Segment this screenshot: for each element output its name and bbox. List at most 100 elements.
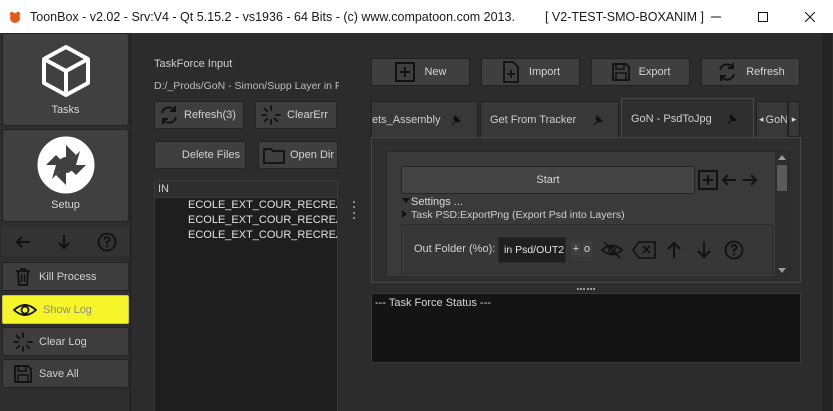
pin-icon[interactable] bbox=[592, 114, 604, 126]
file-add-icon bbox=[503, 61, 519, 83]
save-all-label: Save All bbox=[39, 367, 79, 380]
clear-field-button[interactable] bbox=[630, 236, 658, 264]
tab-get-from-tracker[interactable]: Get From Tracker bbox=[480, 101, 619, 137]
clear-err-button[interactable]: ClearErr bbox=[255, 101, 337, 129]
clear-log-label: Clear Log bbox=[39, 335, 87, 348]
o-button[interactable]: o bbox=[582, 241, 592, 257]
spinner-icon bbox=[261, 105, 281, 125]
input-path: D:/_Prods/GoN - Simon/Supp Layer in PSD bbox=[154, 80, 339, 92]
tab-gon-psdtojpg[interactable]: GoN - PsdToJpg bbox=[621, 98, 754, 138]
arrow-left-icon bbox=[721, 174, 736, 186]
refresh-input-label: Refresh(3) bbox=[184, 109, 236, 121]
tab-label: Get From Tracker bbox=[490, 113, 577, 126]
arrow-down-icon[interactable] bbox=[55, 233, 73, 251]
out-folder-label: Out Folder (%o): bbox=[414, 243, 496, 255]
eye-off-icon bbox=[601, 241, 623, 259]
kill-process-button[interactable]: Kill Process bbox=[2, 262, 129, 291]
refresh-input-button[interactable]: Refresh(3) bbox=[154, 101, 244, 129]
scroll-down-icon[interactable] bbox=[778, 268, 786, 273]
setup-button[interactable]: Setup bbox=[2, 129, 129, 222]
aperture-icon bbox=[37, 136, 94, 194]
list-item[interactable]: ECOLE_EXT_COUR_RECREATION bbox=[155, 213, 337, 228]
trash-icon bbox=[16, 267, 30, 286]
refresh-button[interactable]: Refresh bbox=[701, 58, 800, 86]
window-subtitle: [ V2-TEST-SMO-BOXANIM ] bbox=[544, 9, 704, 24]
task-tabbar: ets_Assembly Get From Tracker GoN - PsdT… bbox=[371, 98, 800, 138]
refresh-icon bbox=[161, 106, 177, 124]
pin-icon[interactable] bbox=[450, 114, 462, 126]
task-scrollbar[interactable] bbox=[775, 152, 789, 276]
help-icon[interactable] bbox=[97, 232, 117, 252]
status-text: --- Task Force Status --- bbox=[375, 297, 491, 309]
minimize-button[interactable] bbox=[693, 0, 739, 33]
maximize-button[interactable] bbox=[740, 0, 786, 33]
export-button[interactable]: Export bbox=[591, 58, 690, 86]
sidebar: Tasks Setup Kill Process Show Log Clear … bbox=[0, 33, 131, 411]
add-step-button[interactable] bbox=[697, 166, 719, 194]
app-icon bbox=[9, 11, 21, 23]
refresh-icon bbox=[719, 63, 736, 81]
move-down-button[interactable] bbox=[690, 236, 718, 264]
close-button[interactable] bbox=[787, 0, 833, 33]
toggle-visibility-button[interactable] bbox=[598, 236, 626, 264]
save-icon bbox=[14, 364, 32, 383]
out-folder-row: Out Folder (%o): in Psd/OUT2 + o bbox=[401, 224, 773, 274]
scroll-handle[interactable] bbox=[777, 165, 787, 191]
horizontal-splitter-handle[interactable] bbox=[577, 287, 595, 291]
new-button[interactable]: New bbox=[371, 58, 470, 86]
save-all-button[interactable]: Save All bbox=[2, 359, 129, 388]
arrow-down-icon bbox=[697, 242, 711, 259]
list-item[interactable]: ECOLE_EXT_COUR_RECREATION bbox=[155, 228, 337, 243]
maximize-icon bbox=[758, 11, 768, 22]
backspace-icon bbox=[632, 241, 656, 259]
delete-files-button[interactable]: Delete Files bbox=[154, 141, 246, 169]
input-file-list[interactable]: IN ECOLE_EXT_COUR_RECREATION ECOLE_EXT_C… bbox=[154, 180, 338, 411]
out-folder-field[interactable]: in Psd/OUT2 bbox=[498, 237, 566, 263]
tasks-label: Tasks bbox=[51, 104, 80, 116]
show-log-label: Show Log bbox=[43, 303, 92, 316]
scroll-up-icon[interactable] bbox=[778, 155, 786, 160]
collapse-arrow-icon[interactable] bbox=[402, 198, 410, 203]
list-header: IN bbox=[155, 181, 337, 198]
delete-files-label: Delete Files bbox=[181, 149, 240, 161]
minimize-icon bbox=[711, 16, 721, 17]
pin-icon[interactable] bbox=[726, 113, 738, 125]
tab-gon[interactable]: ◂ GoN bbox=[756, 101, 788, 137]
expand-arrow-icon[interactable] bbox=[402, 210, 407, 218]
move-up-button[interactable] bbox=[660, 236, 688, 264]
import-button[interactable]: Import bbox=[481, 58, 580, 86]
help-icon bbox=[724, 240, 744, 260]
arrow-right-icon bbox=[743, 174, 758, 186]
move-left-button[interactable] bbox=[718, 166, 740, 194]
spinner-icon bbox=[13, 331, 33, 352]
open-dir-button[interactable]: Open Dir bbox=[258, 141, 338, 169]
open-dir-label: Open Dir bbox=[290, 149, 335, 161]
nav-row bbox=[2, 228, 129, 256]
save-icon bbox=[611, 63, 630, 81]
tab-label: GoN - PsdToJpg bbox=[631, 112, 712, 125]
clear-log-button[interactable]: Clear Log bbox=[2, 327, 129, 356]
settings-label[interactable]: Settings ... bbox=[411, 196, 463, 208]
start-button[interactable]: Start bbox=[401, 166, 695, 194]
arrow-left-icon[interactable] bbox=[14, 233, 32, 251]
refresh-label: Refresh bbox=[746, 66, 785, 78]
tab-assets-assembly[interactable]: ets_Assembly bbox=[371, 101, 478, 137]
add-box-icon bbox=[395, 62, 416, 82]
plus-button[interactable]: + bbox=[571, 241, 581, 257]
show-log-button[interactable]: Show Log bbox=[2, 295, 129, 324]
move-right-button[interactable] bbox=[739, 166, 761, 194]
help-button[interactable] bbox=[720, 236, 748, 264]
window-title: ToonBox - v2.02 - Srv:V4 - Qt 5.15.2 - v… bbox=[30, 9, 515, 24]
task-panel: Start Settings ... Task PSD:ExportPng (E… bbox=[371, 137, 801, 283]
taskforce-input-label: TaskForce Input bbox=[154, 58, 233, 70]
start-label: Start bbox=[536, 174, 560, 186]
title-bar: ToonBox - v2.02 - Srv:V4 - Qt 5.15.2 - v… bbox=[0, 0, 833, 33]
list-item[interactable]: ECOLE_EXT_COUR_RECREATION bbox=[155, 198, 337, 213]
tab-scroll-left-icon[interactable]: ◂ bbox=[759, 114, 764, 125]
task-force-status: --- Task Force Status --- bbox=[371, 293, 801, 363]
tasks-button[interactable]: Tasks bbox=[2, 33, 129, 126]
main-scrollbar[interactable] bbox=[822, 33, 832, 411]
tab-scroll-right-icon[interactable]: ▸ bbox=[788, 101, 800, 137]
tab-label: GoN bbox=[765, 113, 788, 126]
vertical-splitter-handle[interactable] bbox=[352, 201, 356, 219]
